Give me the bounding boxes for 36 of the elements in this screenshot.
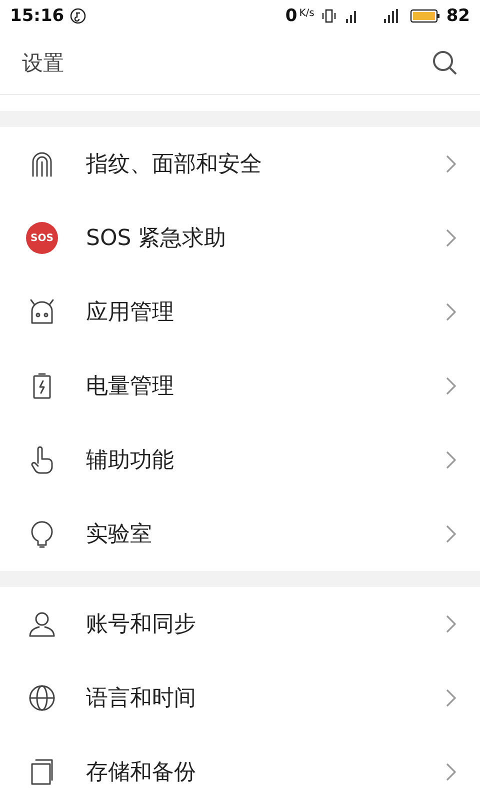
chevron-right-icon: [446, 155, 456, 173]
pointing-hand-icon: [29, 445, 55, 475]
settings-item[interactable]: 实验室: [0, 497, 480, 571]
light-bulb-icon: [30, 519, 54, 549]
battery-status-icon: [410, 8, 440, 24]
chevron-right-icon: [446, 229, 456, 247]
robot-icon: [28, 299, 56, 325]
settings-item[interactable]: 指纹、面部和安全: [0, 127, 480, 201]
fingerprint-icon: [30, 150, 54, 178]
settings-item[interactable]: 应用管理: [0, 275, 480, 349]
clock: 15:16: [10, 6, 64, 26]
settings-item[interactable]: 辅助功能: [0, 423, 480, 497]
storage-icon: [29, 758, 55, 786]
globe-icon: [28, 684, 56, 712]
chevron-right-icon: [446, 451, 456, 469]
chevron-right-icon: [446, 525, 456, 543]
battery-icon: [32, 372, 52, 400]
search-icon[interactable]: [432, 50, 458, 76]
battery-percent: 82: [446, 6, 470, 26]
chevron-right-icon: [446, 377, 456, 395]
settings-item[interactable]: 电量管理: [0, 349, 480, 423]
settings-item[interactable]: 存储和备份: [0, 735, 480, 792]
vibrate-icon: [320, 8, 338, 24]
chevron-right-icon: [446, 763, 456, 781]
speed-unit: K/s: [299, 8, 314, 18]
person-icon: [28, 610, 56, 638]
network-speed: 0: [285, 6, 298, 26]
chevron-right-icon: [446, 615, 456, 633]
settings-item[interactable]: SOS SOS 紧急求助: [0, 201, 480, 275]
sos-icon: SOS: [26, 222, 58, 254]
chevron-right-icon: [446, 303, 456, 321]
page-title: 设置: [22, 50, 64, 77]
settings-item[interactable]: 语言和时间: [0, 661, 480, 735]
chevron-right-icon: [446, 689, 456, 707]
notification-icon: [70, 8, 86, 24]
settings-item[interactable]: 账号和同步: [0, 587, 480, 661]
